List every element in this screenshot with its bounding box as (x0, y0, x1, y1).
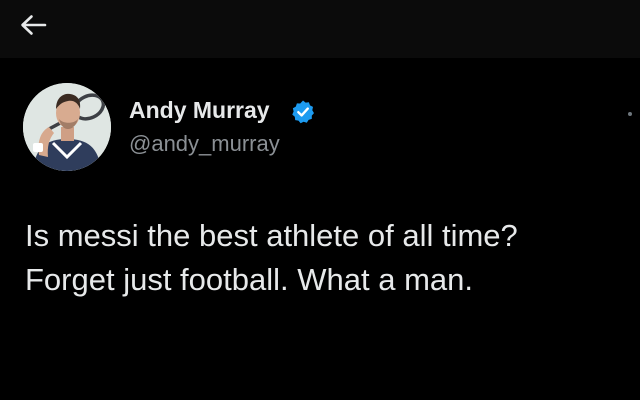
author-display-name[interactable]: Andy Murray (129, 97, 270, 124)
profile-photo-icon (23, 83, 111, 171)
more-options-icon[interactable] (628, 112, 632, 116)
tweet-text-line: Is messi the best athlete of all time? (25, 218, 518, 253)
tweet-text-line: Forget just football. What a man. (25, 262, 473, 297)
author-handle[interactable]: @andy_murray (129, 131, 280, 157)
verified-badge-icon (290, 99, 316, 125)
arrow-left-icon (21, 15, 47, 35)
top-bar (0, 0, 640, 58)
tweet-text: Is messi the best athlete of all time? F… (25, 214, 625, 302)
back-button[interactable] (14, 6, 50, 42)
avatar[interactable] (23, 83, 111, 171)
